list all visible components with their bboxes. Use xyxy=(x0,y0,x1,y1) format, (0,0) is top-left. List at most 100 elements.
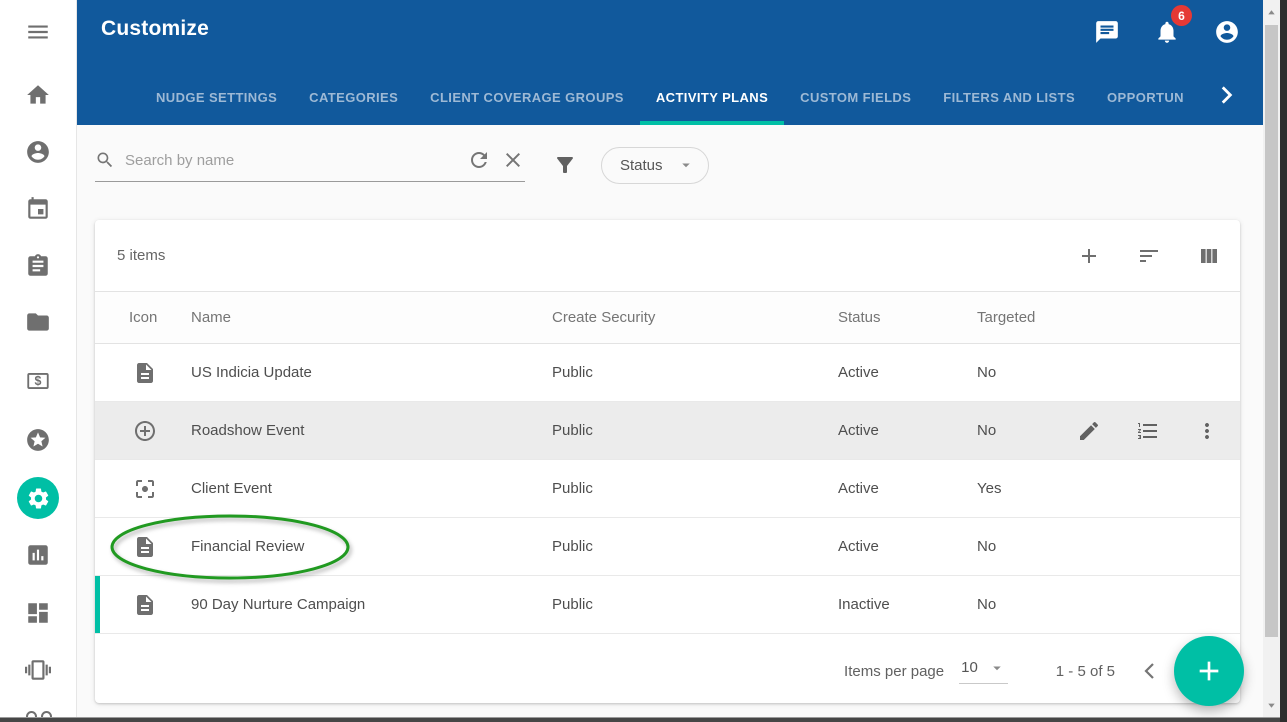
col-header-create-security[interactable]: Create Security xyxy=(552,309,838,326)
status-filter-label: Status xyxy=(620,157,663,174)
columns-button[interactable] xyxy=(1197,244,1221,268)
edit-button[interactable] xyxy=(1077,419,1101,443)
refresh-icon xyxy=(467,148,491,172)
scroll-up-button[interactable] xyxy=(1266,7,1277,18)
app-window: Customize 6 NUDGE SETTINGSCATEGORIESCLIE… xyxy=(0,0,1287,722)
plus-icon xyxy=(1077,244,1101,268)
notifications-button[interactable]: 6 xyxy=(1154,19,1180,45)
app-header: Customize 6 NUDGE SETTINGSCATEGORIESCLIE… xyxy=(77,0,1263,125)
table-row[interactable]: 90 Day Nurture Campaign Public Inactive … xyxy=(95,576,1240,634)
col-header-icon[interactable]: Icon xyxy=(95,309,191,326)
center-focus-icon xyxy=(133,477,157,501)
row-create-security: Public xyxy=(552,538,838,555)
items-count: 5 items xyxy=(117,247,165,264)
add-circle-icon xyxy=(133,419,157,443)
nav-favorites-button[interactable] xyxy=(25,427,51,453)
chevron-right-icon xyxy=(1213,82,1239,108)
numbered-list-icon xyxy=(1136,419,1160,443)
document-icon xyxy=(133,593,157,617)
tabs-scroll-right-button[interactable] xyxy=(1213,81,1241,109)
filter-button[interactable] xyxy=(553,153,577,177)
add-item-button[interactable] xyxy=(1077,244,1101,268)
page-size-value: 10 xyxy=(961,659,978,676)
nav-reports-button[interactable] xyxy=(25,542,51,568)
hamburger-icon xyxy=(25,19,51,45)
nav-finance-button[interactable] xyxy=(25,368,51,394)
nav-calendar-button[interactable] xyxy=(25,196,51,222)
nav-mobile-button[interactable] xyxy=(25,657,51,683)
tab-custom-fields[interactable]: CUSTOM FIELDS xyxy=(784,69,927,125)
nav-files-button[interactable] xyxy=(25,309,51,335)
pencil-icon xyxy=(1077,419,1101,443)
tab-categories[interactable]: CATEGORIES xyxy=(293,69,414,125)
account-button[interactable] xyxy=(1214,19,1240,45)
chat-button[interactable] xyxy=(1094,19,1120,45)
search-input[interactable] xyxy=(125,152,457,169)
folder-icon xyxy=(25,309,51,335)
notification-badge: 6 xyxy=(1171,5,1192,26)
row-name: 90 Day Nurture Campaign xyxy=(191,596,552,613)
scrollbar-track[interactable] xyxy=(1263,0,1280,717)
tab-nudge-settings[interactable]: NUDGE SETTINGS xyxy=(140,69,293,125)
row-actions xyxy=(1050,419,1240,443)
bar-chart-icon xyxy=(25,542,51,568)
row-create-security: Public xyxy=(552,364,838,381)
col-header-name[interactable]: Name xyxy=(191,309,552,326)
avatar-icon xyxy=(1214,19,1240,45)
chevron-left-icon xyxy=(1138,659,1162,683)
card-toolbar: 5 items xyxy=(95,220,1240,291)
tab-bar: NUDGE SETTINGSCATEGORIESCLIENT COVERAGE … xyxy=(140,69,1201,125)
nav-settings-button[interactable] xyxy=(17,477,59,519)
previous-page-button[interactable] xyxy=(1138,659,1162,683)
nav-dashboard-button[interactable] xyxy=(25,600,51,626)
menu-button[interactable] xyxy=(25,19,51,45)
row-status: Active xyxy=(838,422,977,439)
row-name: Financial Review xyxy=(191,538,552,555)
row-targeted: No xyxy=(977,422,1050,439)
columns-icon xyxy=(1197,244,1221,268)
nav-home-button[interactable] xyxy=(25,82,51,108)
chevron-down-icon xyxy=(677,156,695,174)
phone-vibrate-icon xyxy=(25,657,51,683)
chat-icon xyxy=(1094,19,1120,45)
row-targeted: No xyxy=(977,364,1050,381)
header-actions: 6 xyxy=(1094,19,1240,45)
scrollbar-thumb[interactable] xyxy=(1265,25,1278,637)
star-circle-icon xyxy=(25,427,51,453)
tab-client-coverage-groups[interactable]: CLIENT COVERAGE GROUPS xyxy=(414,69,640,125)
page-size-select[interactable]: 10 xyxy=(959,659,1008,684)
page-range-label: 1 - 5 of 5 xyxy=(1056,663,1115,680)
col-header-targeted[interactable]: Targeted xyxy=(977,309,1050,326)
dashboard-icon xyxy=(25,600,51,626)
sort-button[interactable] xyxy=(1137,244,1161,268)
table-row[interactable]: Financial Review Public Active No xyxy=(95,518,1240,576)
search-icon xyxy=(95,150,115,170)
row-menu-button[interactable] xyxy=(1195,419,1219,443)
triangle-down-icon xyxy=(1266,700,1277,711)
table-row[interactable]: Client Event Public Active Yes xyxy=(95,460,1240,518)
tab-activity-plans[interactable]: ACTIVITY PLANS xyxy=(640,69,784,125)
col-header-status[interactable]: Status xyxy=(838,309,977,326)
clear-search-button[interactable] xyxy=(501,148,525,172)
document-icon xyxy=(133,535,157,559)
table-row[interactable]: Roadshow Event Public Active No xyxy=(95,402,1240,460)
refresh-button[interactable] xyxy=(467,148,491,172)
home-icon xyxy=(25,82,51,108)
items-per-page-label: Items per page xyxy=(844,663,944,680)
table-row[interactable]: US Indicia Update Public Active No xyxy=(95,344,1240,402)
nav-tasks-button[interactable] xyxy=(25,253,51,279)
plus-icon xyxy=(1193,655,1225,687)
row-create-security: Public xyxy=(552,480,838,497)
row-name: Client Event xyxy=(191,480,552,497)
chevron-down-icon xyxy=(988,659,1006,677)
status-filter-chip[interactable]: Status xyxy=(601,147,709,184)
nav-contacts-button[interactable] xyxy=(25,139,51,165)
tab-opportun[interactable]: OPPORTUN xyxy=(1091,69,1200,125)
row-name: US Indicia Update xyxy=(191,364,552,381)
row-create-security: Public xyxy=(552,422,838,439)
scroll-down-button[interactable] xyxy=(1266,700,1277,711)
add-activity-plan-fab[interactable] xyxy=(1174,636,1244,706)
tab-filters-and-lists[interactable]: FILTERS AND LISTS xyxy=(927,69,1091,125)
steps-button[interactable] xyxy=(1136,419,1160,443)
page-title: Customize xyxy=(101,17,209,41)
